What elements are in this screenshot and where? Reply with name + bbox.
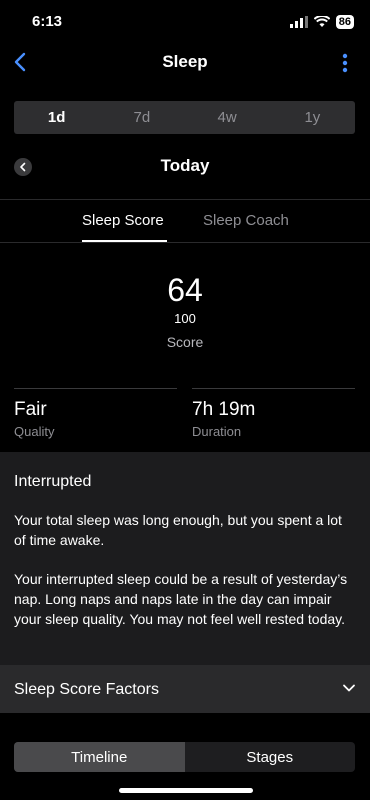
insight-paragraph: Your interrupted sleep could be a result… [14,571,348,627]
sleep-score-factors-row[interactable]: Sleep Score Factors [0,665,370,713]
factors-label: Sleep Score Factors [14,681,159,698]
date-navigator: Today [0,150,370,186]
sleep-insight-card: Interrupted Your total sleep was long en… [0,452,370,665]
home-indicator [119,788,253,793]
timeline-toggle[interactable]: Timeline [14,742,185,772]
duration-value: 7h 19m [192,399,256,420]
stages-toggle[interactable]: Stages [185,742,356,772]
range-segmented-control: 1d 7d 4w 1y [14,101,355,134]
quality-label: Quality [14,424,55,439]
duration-label: Duration [192,424,242,439]
date-title: Today [160,156,210,175]
sleep-score-max: 100 [174,311,196,326]
sleep-score-label: Score [166,334,204,350]
chevron-down-icon [343,684,355,692]
sleep-score-value: 64 [167,272,203,308]
status-time: 6:13 [32,13,63,30]
sleep-tabs: Sleep Score Sleep Coach [0,202,370,242]
range-tab-4w[interactable]: 4w [185,101,270,134]
battery-icon: 86 [335,15,354,29]
insight-title: Interrupted [14,473,92,490]
divider [0,242,370,243]
insight-paragraph: Your total sleep was long enough, but yo… [14,512,342,548]
nav-bar: Sleep [0,44,370,82]
quality-stat: Fair Quality [14,388,177,439]
view-toggle: Timeline Stages [14,742,355,772]
range-tab-1y[interactable]: 1y [270,101,355,134]
page-title: Sleep [162,52,208,71]
duration-stat: 7h 19m Duration [192,388,355,439]
wifi-icon [313,16,330,27]
status-icons: 86 [289,15,354,29]
more-options-icon[interactable] [342,53,348,73]
quality-value: Fair [14,399,47,420]
tab-sleep-score[interactable]: Sleep Score [82,212,164,229]
range-tab-7d[interactable]: 7d [99,101,184,134]
tab-sleep-coach[interactable]: Sleep Coach [203,212,289,229]
status-bar: 6:13 86 [0,0,370,44]
cellular-signal-icon [289,16,308,28]
divider [0,199,370,200]
range-tab-1d[interactable]: 1d [14,101,99,134]
